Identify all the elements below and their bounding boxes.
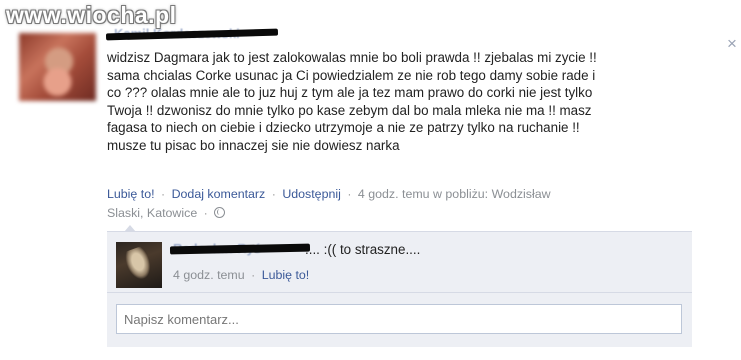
separator: · [347,187,352,201]
comment-author[interactable]: Radosław Ryś [169,241,312,256]
post-author[interactable]: Kamil Kordaszewski [105,26,281,41]
commenter-avatar[interactable] [116,242,162,288]
separator: · [251,268,256,282]
censor-bar [169,243,311,255]
share-link[interactable]: Udostępnij [282,187,341,201]
separator: · [271,187,276,201]
close-icon[interactable]: × [724,35,740,52]
add-comment-link[interactable]: Dodaj komentarz [172,187,266,201]
comment-like-link[interactable]: Lubię to! [262,268,310,282]
comment-meta: 4 godz. temu · Lubię to! [173,268,309,282]
comments-section: Radosław Ryś .... :(( to straszne.... 4 … [107,225,692,347]
post-line: co ??? olalas mnie ale to juz huj z tym … [107,85,593,101]
location-link[interactable]: Wodzisław [492,187,551,201]
comment-item: Radosław Ryś .... :(( to straszne.... 4 … [107,232,692,293]
post-actions: Lubię to! · Dodaj komentarz · Udostępnij… [107,185,707,223]
location-link[interactable]: Slaski, Katowice [107,206,197,220]
post-line: fagasa to niech on ciebie i dziecko utrz… [107,120,580,136]
post-line: Twoja !! dzwonisz do mnie tylko po kase … [107,102,592,118]
globe-icon[interactable] [214,207,226,218]
comment-timestamp[interactable]: 4 godz. temu [173,268,245,282]
like-link[interactable]: Lubię to! [107,187,155,201]
separator: · [203,206,208,220]
post-timestamp[interactable]: 4 godz. temu [358,187,430,201]
comment-text: .... :(( to straszne.... [305,242,421,257]
post-message: widzisz Dagmara jak to jest zalokowalas … [107,49,707,155]
comment-input[interactable] [116,304,682,334]
location-prefix: w pobliżu: [433,187,489,201]
separator: · [161,187,166,201]
post-line: widzisz Dagmara jak to jest zalokowalas … [107,50,597,65]
post-line: musze tu pisac bo innaczej sie nie dowie… [107,137,400,153]
author-avatar[interactable] [19,33,96,101]
watermark-logo: www.wiocha.pl [6,2,177,28]
post-line: sama chcialas Corke usunac ja Ci powiedz… [107,67,596,83]
